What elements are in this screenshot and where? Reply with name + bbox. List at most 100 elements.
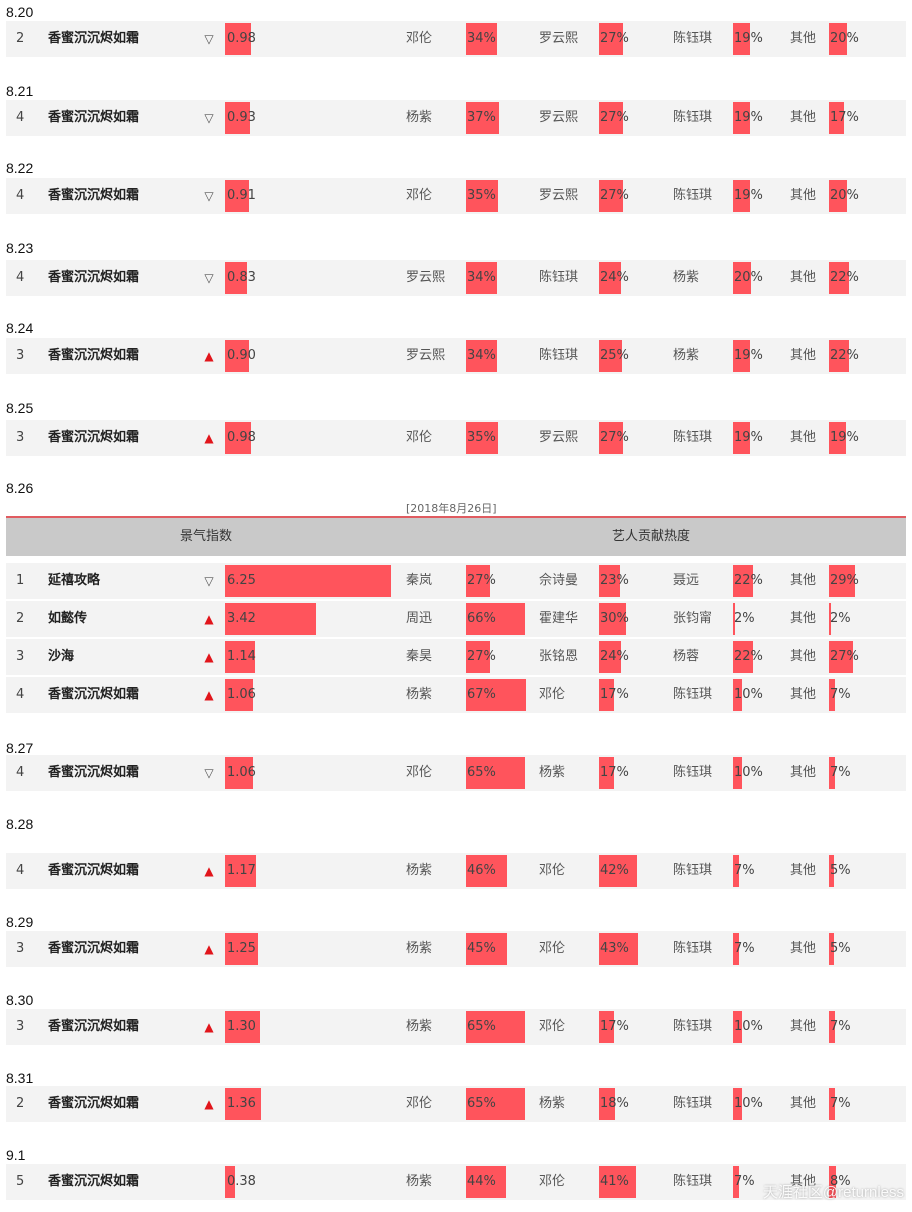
artist-percent: 7% bbox=[734, 941, 755, 956]
down-triangle-icon: ▽ bbox=[204, 111, 214, 125]
artist-name: 陈钰琪 bbox=[673, 863, 713, 878]
artist-name: 张钧甯 bbox=[673, 611, 713, 626]
artist-name: 其他 bbox=[790, 188, 817, 203]
index-value: 1.06 bbox=[227, 765, 256, 780]
show-name: 香蜜沉沉烬如霜 bbox=[48, 31, 140, 46]
show-name: 延禧攻略 bbox=[48, 573, 101, 588]
artist-percent: 22% bbox=[830, 348, 859, 363]
down-triangle-icon: ▽ bbox=[204, 766, 214, 780]
trend-up-icon: ▲ bbox=[202, 1009, 216, 1045]
rank: 3 bbox=[16, 1019, 25, 1034]
artist-name: 杨紫 bbox=[539, 1096, 566, 1111]
artist-name: 其他 bbox=[790, 765, 817, 780]
trend-up-icon: ▲ bbox=[202, 420, 216, 456]
artist-name: 秦昊 bbox=[406, 649, 433, 664]
artist-name: 杨蓉 bbox=[673, 649, 700, 664]
artist-name: 陈钰琪 bbox=[673, 765, 713, 780]
down-triangle-icon: ▽ bbox=[204, 574, 214, 588]
artist-name: 邓伦 bbox=[539, 1019, 566, 1034]
table-row: 2 香蜜沉沉烬如霜 ▲ 1.36 邓伦 65% 杨紫 18% 陈钰琪 10% 其他 7% bbox=[6, 1086, 906, 1122]
artist-name: 陈钰琪 bbox=[539, 348, 579, 363]
artists-header: 艺人贡献热度 bbox=[612, 529, 691, 544]
artist-name: 邓伦 bbox=[406, 765, 433, 780]
show-name: 香蜜沉沉烬如霜 bbox=[48, 110, 140, 125]
trend-down-icon: ▽ bbox=[202, 178, 216, 214]
index-value: 3.42 bbox=[227, 611, 256, 626]
artist-percent: 10% bbox=[734, 687, 763, 702]
artist-percent: 19% bbox=[734, 188, 763, 203]
artist-name: 杨紫 bbox=[673, 348, 700, 363]
artist-percent: 19% bbox=[734, 110, 763, 125]
rank: 3 bbox=[16, 430, 25, 445]
index-header: 景气指数 bbox=[180, 529, 233, 544]
artist-percent: 22% bbox=[830, 270, 859, 285]
show-name: 沙海 bbox=[48, 649, 75, 664]
artist-name: 陈钰琪 bbox=[673, 1096, 713, 1111]
rank: 2 bbox=[16, 1096, 25, 1111]
artist-name: 杨紫 bbox=[406, 941, 433, 956]
artist-name: 邓伦 bbox=[406, 1096, 433, 1111]
artist-name: 陈钰琪 bbox=[673, 188, 713, 203]
artist-percent: 19% bbox=[734, 430, 763, 445]
up-triangle-icon: ▲ bbox=[204, 349, 214, 363]
artist-name: 罗云熙 bbox=[539, 110, 579, 125]
up-triangle-icon: ▲ bbox=[204, 688, 214, 702]
trend-up-icon: ▲ bbox=[202, 639, 216, 675]
rank: 3 bbox=[16, 348, 25, 363]
artist-name: 秦岚 bbox=[406, 573, 433, 588]
artist-name: 霍建华 bbox=[539, 611, 579, 626]
date-label: 8.20 bbox=[6, 4, 34, 20]
artist-name: 杨紫 bbox=[673, 270, 700, 285]
artist-percent: 35% bbox=[467, 430, 496, 445]
artist-percent: 20% bbox=[734, 270, 763, 285]
artist-percent: 7% bbox=[830, 765, 851, 780]
index-value: 1.36 bbox=[227, 1096, 256, 1111]
artist-name: 杨紫 bbox=[406, 1174, 433, 1189]
show-name: 香蜜沉沉烬如霜 bbox=[48, 1174, 140, 1189]
artist-name: 邓伦 bbox=[406, 430, 433, 445]
artist-name: 其他 bbox=[790, 941, 817, 956]
artist-percent: 5% bbox=[830, 941, 851, 956]
artist-percent: 20% bbox=[830, 31, 859, 46]
rank: 4 bbox=[16, 765, 25, 780]
artist-name: 邓伦 bbox=[406, 31, 433, 46]
table-row: 3 香蜜沉沉烬如霜 ▲ 1.25 杨紫 45% 邓伦 43% 陈钰琪 7% 其他 5% bbox=[6, 931, 906, 967]
artist-percent: 66% bbox=[467, 611, 496, 626]
artist-name: 罗云熙 bbox=[406, 348, 446, 363]
artist-percent: 24% bbox=[600, 649, 629, 664]
artist-name: 陈钰琪 bbox=[673, 687, 713, 702]
artist-name: 其他 bbox=[790, 430, 817, 445]
artist-name: 邓伦 bbox=[539, 1174, 566, 1189]
rank: 4 bbox=[16, 188, 25, 203]
up-triangle-icon: ▲ bbox=[204, 431, 214, 445]
up-triangle-icon: ▲ bbox=[204, 650, 214, 664]
artist-name: 陈钰琪 bbox=[673, 941, 713, 956]
artist-name: 其他 bbox=[790, 110, 817, 125]
table-row: 4 香蜜沉沉烬如霜 ▽ 0.91 邓伦 35% 罗云熙 27% 陈钰琪 19% 其他 20% bbox=[6, 178, 906, 214]
index-value: 1.17 bbox=[227, 863, 256, 878]
index-value: 0.83 bbox=[227, 270, 256, 285]
artist-name: 罗云熙 bbox=[539, 188, 579, 203]
up-triangle-icon: ▲ bbox=[204, 1020, 214, 1034]
artist-percent: 19% bbox=[734, 31, 763, 46]
artist-name: 其他 bbox=[790, 687, 817, 702]
artist-name: 陈钰琪 bbox=[673, 1019, 713, 1034]
artist-percent: 35% bbox=[467, 188, 496, 203]
trend-up-icon: ▲ bbox=[202, 1086, 216, 1122]
date-label: 8.31 bbox=[6, 1070, 34, 1086]
date-label: 8.24 bbox=[6, 320, 34, 336]
index-value: 1.30 bbox=[227, 1019, 256, 1034]
artist-name: 邓伦 bbox=[539, 863, 566, 878]
artist-name: 陈钰琪 bbox=[673, 110, 713, 125]
artist-name: 杨紫 bbox=[406, 863, 433, 878]
show-name: 香蜜沉沉烬如霜 bbox=[48, 270, 140, 285]
rank: 3 bbox=[16, 649, 25, 664]
artist-percent: 22% bbox=[734, 649, 763, 664]
table-row: 3 香蜜沉沉烬如霜 ▲ 1.30 杨紫 65% 邓伦 17% 陈钰琪 10% 其他 7% bbox=[6, 1009, 906, 1045]
trend-down-icon: ▽ bbox=[202, 563, 216, 599]
show-name: 如懿传 bbox=[48, 611, 88, 626]
artist-percent: 45% bbox=[467, 941, 496, 956]
show-name: 香蜜沉沉烬如霜 bbox=[48, 1096, 140, 1111]
show-name: 香蜜沉沉烬如霜 bbox=[48, 863, 140, 878]
artist-name: 其他 bbox=[790, 611, 817, 626]
